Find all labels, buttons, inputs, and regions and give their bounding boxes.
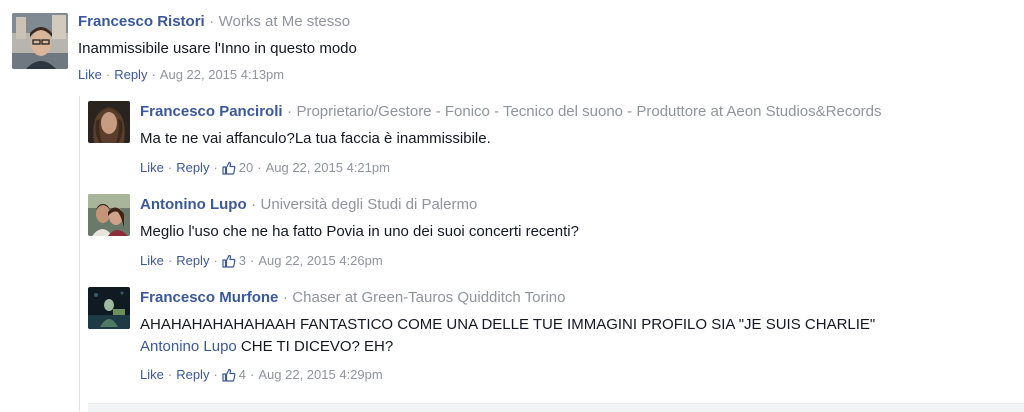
like-link[interactable]: Like <box>140 160 164 175</box>
author-workplace[interactable]: Chaser at Green-Tauros Quidditch Torino <box>292 289 565 306</box>
like-count[interactable]: 4 <box>239 367 246 382</box>
like-link[interactable]: Like <box>140 253 164 268</box>
comment-actions: Like · Reply · 4 · Aug 22, 2015 4:29pm <box>140 367 1010 382</box>
mention-link[interactable]: Antonino Lupo <box>140 338 237 355</box>
comment-actions: Like · Reply · Aug 22, 2015 4:13pm <box>78 67 1008 82</box>
timestamp[interactable]: Aug 22, 2015 4:13pm <box>160 67 284 82</box>
timestamp[interactable]: Aug 22, 2015 4:29pm <box>258 367 382 382</box>
separator: · <box>167 367 173 382</box>
comment-body: Antonino Lupo · Università degli Studi d… <box>140 196 1010 268</box>
separator: · <box>282 289 288 306</box>
avatar[interactable] <box>88 101 130 143</box>
reply-link[interactable]: Reply <box>176 367 209 382</box>
comment: Francesco Ristori · Works at Me stesso I… <box>12 13 1012 93</box>
reply-thread-line <box>79 96 80 411</box>
timestamp[interactable]: Aug 22, 2015 4:26pm <box>258 253 382 268</box>
author-name[interactable]: Francesco Ristori <box>78 13 205 30</box>
thumbs-up-icon[interactable] <box>222 368 236 382</box>
separator: · <box>105 67 111 82</box>
separator: · <box>250 253 255 268</box>
comment-text: Inammissibile usare l'Inno in questo mod… <box>78 40 357 57</box>
author-workplace[interactable]: Università degli Studi di Palermo <box>261 196 478 213</box>
separator: · <box>251 196 257 213</box>
separator: · <box>151 67 156 82</box>
comment-actions: Like · Reply · 20 · Aug 22, 2015 4:21pm <box>140 160 1010 175</box>
separator: · <box>213 160 218 175</box>
separator: · <box>209 13 215 30</box>
reply-comment: Francesco Panciroli · Proprietario/Gesto… <box>88 101 1018 191</box>
author-name[interactable]: Antonino Lupo <box>140 196 247 213</box>
thumbs-up-icon[interactable] <box>222 254 236 268</box>
timestamp[interactable]: Aug 22, 2015 4:21pm <box>266 160 390 175</box>
like-link[interactable]: Like <box>78 67 102 82</box>
separator: · <box>257 160 262 175</box>
avatar[interactable] <box>12 13 68 69</box>
author-name[interactable]: Francesco Murfone <box>140 289 278 306</box>
reply-link[interactable]: Reply <box>176 253 209 268</box>
separator: · <box>167 253 173 268</box>
avatar[interactable] <box>88 287 130 329</box>
comment-body: Francesco Ristori · Works at Me stesso I… <box>78 13 1008 82</box>
thumbs-up-icon[interactable] <box>222 161 236 175</box>
like-count[interactable]: 20 <box>239 160 253 175</box>
comment-text: AHAHAHAHAHAHAAH FANTASTICO COME UNA DELL… <box>140 314 1010 358</box>
separator: · <box>250 367 255 382</box>
comment-text: Meglio l'uso che ne ha fatto Povia in un… <box>140 223 579 240</box>
like-link[interactable]: Like <box>140 367 164 382</box>
comment-header: Antonino Lupo · Università degli Studi d… <box>140 196 1010 214</box>
reply-link[interactable]: Reply <box>114 67 147 82</box>
comment-actions: Like · Reply · 3 · Aug 22, 2015 4:26pm <box>140 253 1010 268</box>
like-count[interactable]: 3 <box>239 253 246 268</box>
author-name[interactable]: Francesco Panciroli <box>140 103 283 120</box>
comment-body: Francesco Murfone · Chaser at Green-Taur… <box>140 289 1010 382</box>
reply-comment: Antonino Lupo · Università degli Studi d… <box>88 194 1018 284</box>
author-workplace[interactable]: Works at Me stesso <box>219 13 350 30</box>
reply-comment: Francesco Murfone · Chaser at Green-Taur… <box>88 287 1018 399</box>
comment-header: Francesco Panciroli · Proprietario/Gesto… <box>140 103 1010 121</box>
comment-body: Francesco Panciroli · Proprietario/Gesto… <box>140 103 1010 175</box>
avatar[interactable] <box>88 194 130 236</box>
comment-text: Ma te ne vai affanculo?La tua faccia è i… <box>140 130 491 147</box>
comment-text-continued: CHE TI DICEVO? EH? <box>236 338 394 355</box>
author-workplace[interactable]: Proprietario/Gestore - Fonico - Tecnico … <box>296 103 881 120</box>
separator: · <box>213 367 218 382</box>
reply-link[interactable]: Reply <box>176 160 209 175</box>
separator: · <box>213 253 218 268</box>
comment-header: Francesco Murfone · Chaser at Green-Taur… <box>140 289 1010 307</box>
separator: · <box>167 160 173 175</box>
comment-text-line: AHAHAHAHAHAHAAH FANTASTICO COME UNA DELL… <box>140 316 876 333</box>
separator: · <box>287 103 293 120</box>
comment-header: Francesco Ristori · Works at Me stesso <box>78 13 1008 31</box>
